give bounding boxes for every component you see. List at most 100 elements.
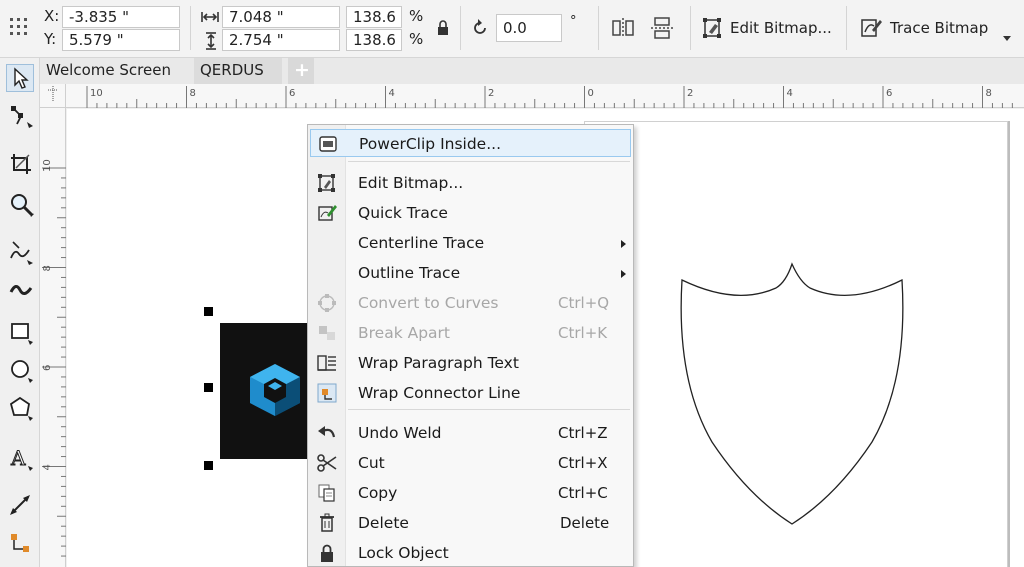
menu-item-label: Lock Object [358, 544, 449, 562]
submenu-arrow-icon [621, 270, 626, 278]
undo-icon [316, 423, 338, 443]
menu-item-delete[interactable]: Delete Delete [310, 509, 631, 537]
trace-dropdown-icon[interactable] [1003, 28, 1011, 41]
copy-icon [316, 483, 338, 503]
artistic-media-tool[interactable] [7, 276, 35, 304]
height-icon [203, 31, 219, 51]
separator [846, 6, 847, 50]
percent-w-label: % [409, 7, 424, 25]
ruler-number: 8 [42, 265, 53, 271]
zoom-tool[interactable] [7, 190, 35, 218]
selection-handle[interactable] [204, 461, 213, 470]
menu-item-lock-object[interactable]: Lock Object [310, 539, 631, 567]
menu-item-powerclip-inside[interactable]: PowerClip Inside... [310, 129, 631, 157]
tab-welcome-screen[interactable]: Welcome Screen [40, 58, 177, 84]
menu-separator [348, 409, 630, 410]
ruler-number: 4 [42, 464, 53, 470]
menu-item-convert-to-curves: Convert to Curves Ctrl+Q [310, 289, 631, 317]
menu-item-cut[interactable]: Cut Ctrl+X [310, 449, 631, 477]
menu-item-centerline-trace[interactable]: Centerline Trace [310, 229, 631, 257]
ruler-origin[interactable] [40, 84, 66, 108]
ruler-number: 4 [787, 88, 793, 99]
freehand-tool[interactable] [7, 238, 35, 266]
menu-item-label: PowerClip Inside... [359, 135, 501, 153]
break-apart-icon [316, 323, 338, 343]
trash-icon [316, 513, 338, 533]
selection-handle[interactable] [204, 307, 213, 316]
menu-item-wrap-paragraph-text[interactable]: Wrap Paragraph Text [310, 349, 631, 377]
submenu-arrow-icon [621, 240, 626, 248]
svg-text:A: A [10, 446, 26, 470]
trace-bitmap-icon[interactable] [860, 16, 884, 40]
shape-tool[interactable] [7, 102, 35, 130]
selection-handle[interactable] [204, 383, 213, 392]
tab-qerdus[interactable]: QERDUS [194, 58, 282, 84]
height-input[interactable]: 2.754 " [222, 29, 340, 51]
polygon-tool[interactable] [7, 394, 35, 422]
rotate-icon [470, 18, 490, 38]
y-label: Y: [44, 30, 57, 48]
menu-item-label: Cut [358, 454, 385, 472]
width-input[interactable]: 7.048 " [222, 6, 340, 28]
menu-separator [348, 161, 630, 162]
menu-item-label: Undo Weld [358, 424, 442, 442]
lock-icon [316, 543, 338, 563]
ruler-number: 6 [886, 88, 892, 99]
toolbox: A [0, 58, 40, 567]
menu-item-label: Convert to Curves [358, 294, 499, 312]
menu-item-label: Quick Trace [358, 204, 448, 222]
menu-item-label: Copy [358, 484, 398, 502]
menu-item-shortcut: Ctrl+Q [558, 294, 610, 312]
document-tab-bar: Welcome Screen QERDUS + [40, 58, 1024, 84]
menu-item-label: Delete [358, 514, 409, 532]
wrap-connector-icon [316, 383, 338, 403]
ellipse-tool[interactable] [7, 356, 35, 384]
object-origin-icon[interactable] [8, 14, 30, 40]
pick-tool[interactable] [6, 64, 34, 92]
menu-item-shortcut: Ctrl+X [558, 454, 608, 472]
context-menu: PowerClip Inside... Edit Bitmap... Quick T… [307, 124, 634, 567]
ruler-number: 0 [588, 88, 594, 99]
ruler-number: 10 [90, 88, 103, 99]
add-tab-button[interactable]: + [288, 58, 314, 84]
mirror-horizontal-icon[interactable] [611, 17, 635, 39]
connector-tool[interactable] [7, 530, 35, 558]
lock-ratio-icon[interactable] [436, 20, 450, 36]
menu-item-copy[interactable]: Copy Ctrl+C [310, 479, 631, 507]
scissors-icon [316, 453, 338, 473]
rotation-input[interactable]: 0.0 [496, 14, 562, 42]
scale-width-input[interactable]: 138.6 [346, 6, 402, 28]
horizontal-ruler: 10 8 6 4 2 0 2 4 6 8 [66, 84, 1024, 108]
shield-shape[interactable] [676, 260, 908, 528]
y-position-input[interactable]: 5.579 " [62, 29, 180, 51]
edit-bitmap-button[interactable]: Edit Bitmap... [730, 18, 832, 38]
crop-tool[interactable] [7, 150, 35, 178]
ruler-number: 4 [389, 88, 395, 99]
menu-item-undo-weld[interactable]: Undo Weld Ctrl+Z [310, 419, 631, 447]
mirror-vertical-icon[interactable] [650, 16, 674, 40]
ruler-number: 2 [687, 88, 693, 99]
x-label: X: [44, 7, 60, 25]
quick-trace-icon [316, 203, 338, 223]
menu-item-label: Break Apart [358, 324, 450, 342]
text-tool[interactable]: A [7, 444, 35, 472]
menu-item-shortcut: Ctrl+Z [558, 424, 608, 442]
menu-item-shortcut: Delete [560, 514, 610, 532]
menu-item-label: Wrap Paragraph Text [358, 354, 519, 372]
percent-h-label: % [409, 30, 424, 48]
dimension-tool[interactable] [7, 492, 35, 520]
menu-item-edit-bitmap[interactable]: Edit Bitmap... [310, 169, 631, 197]
separator [690, 6, 691, 50]
trace-bitmap-button[interactable]: Trace Bitmap [890, 18, 988, 38]
menu-item-quick-trace[interactable]: Quick Trace [310, 199, 631, 227]
scale-height-input[interactable]: 138.6 [346, 29, 402, 51]
menu-item-wrap-connector-line[interactable]: Wrap Connector Line [310, 379, 631, 407]
width-icon [200, 9, 220, 25]
edit-bitmap-icon[interactable] [702, 16, 724, 40]
edit-bitmap-icon [316, 173, 338, 193]
rectangle-tool[interactable] [7, 318, 35, 346]
ruler-number: 10 [42, 159, 53, 172]
x-position-input[interactable]: -3.835 " [62, 6, 180, 28]
menu-item-outline-trace[interactable]: Outline Trace [310, 259, 631, 287]
ruler-number: 6 [42, 365, 53, 371]
